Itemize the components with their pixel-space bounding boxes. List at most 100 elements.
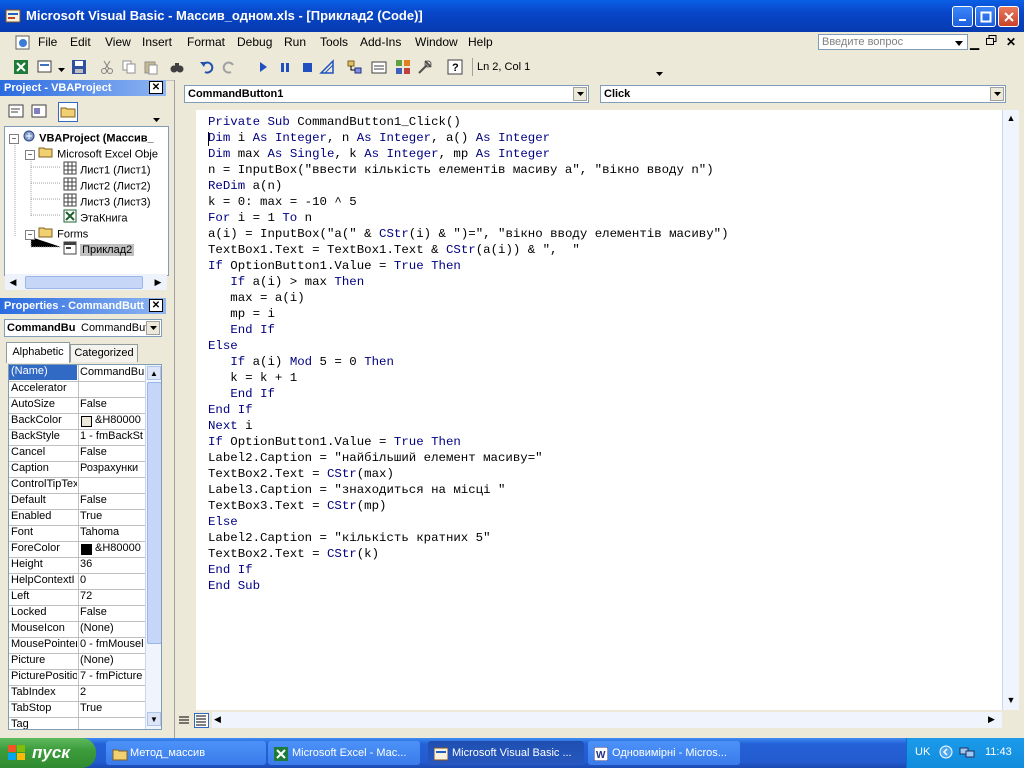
menu-edit[interactable]: Edit: [70, 35, 91, 49]
property-value[interactable]: 72: [80, 590, 144, 602]
menu-insert[interactable]: Insert: [142, 35, 172, 49]
break-icon[interactable]: [276, 58, 294, 76]
scroll-right-arrow-icon[interactable]: ▶: [151, 275, 165, 289]
property-value[interactable]: False: [80, 494, 144, 506]
code-line[interactable]: If a(i) Mod 5 = 0 Then: [208, 354, 394, 370]
code-hscrollbar[interactable]: ◀ ▶: [212, 712, 1002, 728]
chevron-down-icon[interactable]: [990, 87, 1004, 101]
property-row[interactable]: Picture (None): [9, 653, 145, 670]
property-value[interactable]: 36: [80, 558, 144, 570]
menu-window[interactable]: Window: [415, 35, 458, 49]
code-line[interactable]: TextBox3.Text = CStr(mp): [208, 498, 386, 514]
code-line[interactable]: Else: [208, 514, 238, 530]
save-icon[interactable]: [70, 58, 88, 76]
property-row[interactable]: PicturePosition7 - fmPicture: [9, 669, 145, 686]
property-row[interactable]: MousePointer 0 - fmMousel: [9, 637, 145, 654]
vbe-doc-icon[interactable]: [14, 34, 32, 52]
scroll-up-arrow-icon[interactable]: ▲: [1005, 112, 1017, 124]
code-line[interactable]: If OptionButton1.Value = True Then: [208, 434, 461, 450]
property-row[interactable]: TabIndex 2: [9, 685, 145, 702]
project-explorer-icon[interactable]: [346, 58, 364, 76]
copy-icon[interactable]: [120, 58, 138, 76]
code-line[interactable]: Label3.Caption = "знаходиться на місці ": [208, 482, 505, 498]
minimize-button[interactable]: [952, 6, 973, 27]
child-minimize-button[interactable]: ▁: [970, 36, 979, 50]
project-toolbar-dropdown-icon[interactable]: [153, 114, 160, 126]
tree-item-excel-objects[interactable]: − Microsoft Excel Obje: [25, 145, 158, 161]
code-line[interactable]: Next i: [208, 418, 253, 434]
property-row[interactable]: TabStop True: [9, 701, 145, 718]
view-excel-icon[interactable]: [12, 58, 30, 76]
property-row[interactable]: Tag: [9, 717, 145, 729]
language-indicator[interactable]: UK: [915, 746, 930, 758]
code-line[interactable]: TextBox1.Text = TextBox1.Text & CStr(a(i…: [208, 242, 580, 258]
property-row[interactable]: Caption Розрахунки: [9, 461, 145, 478]
close-button[interactable]: [998, 6, 1019, 27]
property-row[interactable]: ForeColor &H80000: [9, 541, 145, 558]
property-value[interactable]: &H80000: [95, 414, 145, 426]
tree-item-form-pryklad2[interactable]: Приклад2: [63, 241, 135, 257]
menu-run[interactable]: Run: [284, 35, 306, 49]
property-row[interactable]: HelpContextI 0: [9, 573, 145, 590]
code-line[interactable]: ReDim a(n): [208, 178, 282, 194]
task-visual-basic[interactable]: Microsoft Visual Basic ...: [428, 741, 584, 765]
scroll-down-arrow-icon[interactable]: ▼: [147, 712, 161, 726]
code-line[interactable]: If a(i) > max Then: [208, 274, 364, 290]
child-restore-button[interactable]: [986, 35, 997, 49]
menu-add-ins[interactable]: Add-Ins: [360, 35, 401, 49]
procedure-view-icon[interactable]: [178, 714, 190, 729]
menu-format[interactable]: Format: [187, 35, 225, 49]
maximize-button[interactable]: [975, 6, 996, 27]
property-value[interactable]: (None): [80, 622, 144, 634]
property-value[interactable]: 0: [80, 574, 144, 586]
property-value[interactable]: CommandBu: [80, 366, 144, 378]
insert-dropdown-icon[interactable]: [58, 64, 65, 76]
toolbar-options-icon[interactable]: [656, 68, 663, 80]
code-line[interactable]: TextBox2.Text = CStr(max): [208, 466, 394, 482]
property-value[interactable]: True: [80, 702, 144, 714]
property-row[interactable]: ControlTipTex: [9, 477, 145, 494]
procedure-combo[interactable]: Click: [600, 85, 1006, 103]
code-line[interactable]: mp = i: [208, 306, 275, 322]
code-line[interactable]: k = 0: max = -10 ^ 5: [208, 194, 357, 210]
help-icon[interactable]: ?: [446, 58, 464, 76]
tree-item-sheet1[interactable]: Лист1 (Лист1): [63, 161, 150, 177]
scroll-right-arrow-icon[interactable]: ▶: [988, 714, 995, 725]
chevron-down-icon[interactable]: [146, 321, 160, 335]
property-value[interactable]: False: [80, 398, 144, 410]
property-row[interactable]: Height 36: [9, 557, 145, 574]
code-line[interactable]: If OptionButton1.Value = True Then: [208, 258, 461, 274]
tree-item-vbaproject[interactable]: − VBAProject (Массив_: [9, 129, 154, 145]
property-value[interactable]: 1 - fmBackSt: [80, 430, 144, 442]
property-row[interactable]: (Name) CommandBu: [9, 365, 145, 382]
code-line[interactable]: Else: [208, 338, 238, 354]
tray-collapse-icon[interactable]: [939, 745, 953, 762]
start-button[interactable]: пуск: [0, 738, 96, 768]
properties-object-combo[interactable]: CommandBu CommandBut: [4, 319, 162, 337]
code-editor[interactable]: Private Sub CommandButton1_Click() Dim i …: [196, 110, 1002, 710]
menu-help[interactable]: Help: [468, 35, 493, 49]
property-row[interactable]: Left 72: [9, 589, 145, 606]
code-line[interactable]: Dim i As Integer, n As Integer, a() As I…: [208, 130, 550, 146]
child-close-button[interactable]: ✕: [1006, 35, 1016, 49]
scroll-left-arrow-icon[interactable]: ◀: [6, 275, 20, 289]
find-icon[interactable]: [168, 58, 186, 76]
property-row[interactable]: Accelerator: [9, 381, 145, 398]
code-line[interactable]: End Sub: [208, 578, 260, 594]
tree-item-sheet2[interactable]: Лист2 (Лист2): [63, 177, 150, 193]
property-row[interactable]: AutoSize False: [9, 397, 145, 414]
code-line[interactable]: Label2.Caption = "кількість кратних 5": [208, 530, 491, 546]
view-code-icon[interactable]: [7, 102, 25, 120]
tree-item-thisworkbook[interactable]: ЭтаКнига: [63, 209, 128, 225]
code-line[interactable]: k = k + 1: [208, 370, 297, 386]
code-line[interactable]: a(i) = InputBox("a(" & CStr(i) & ")=", "…: [208, 226, 729, 242]
code-line[interactable]: Private Sub CommandButton1_Click(): [208, 114, 461, 130]
project-hscrollbar[interactable]: ◀ ▶: [5, 274, 167, 290]
property-value[interactable]: &H80000: [95, 542, 145, 554]
property-value[interactable]: Розрахунки: [80, 462, 144, 474]
task-folder[interactable]: Метод_массив: [106, 741, 266, 765]
menu-debug[interactable]: Debug: [237, 35, 272, 49]
tree-item-sheet3[interactable]: Лист3 (Лист3): [63, 193, 150, 209]
scroll-thumb[interactable]: [25, 276, 143, 289]
property-row[interactable]: Font Tahoma: [9, 525, 145, 542]
